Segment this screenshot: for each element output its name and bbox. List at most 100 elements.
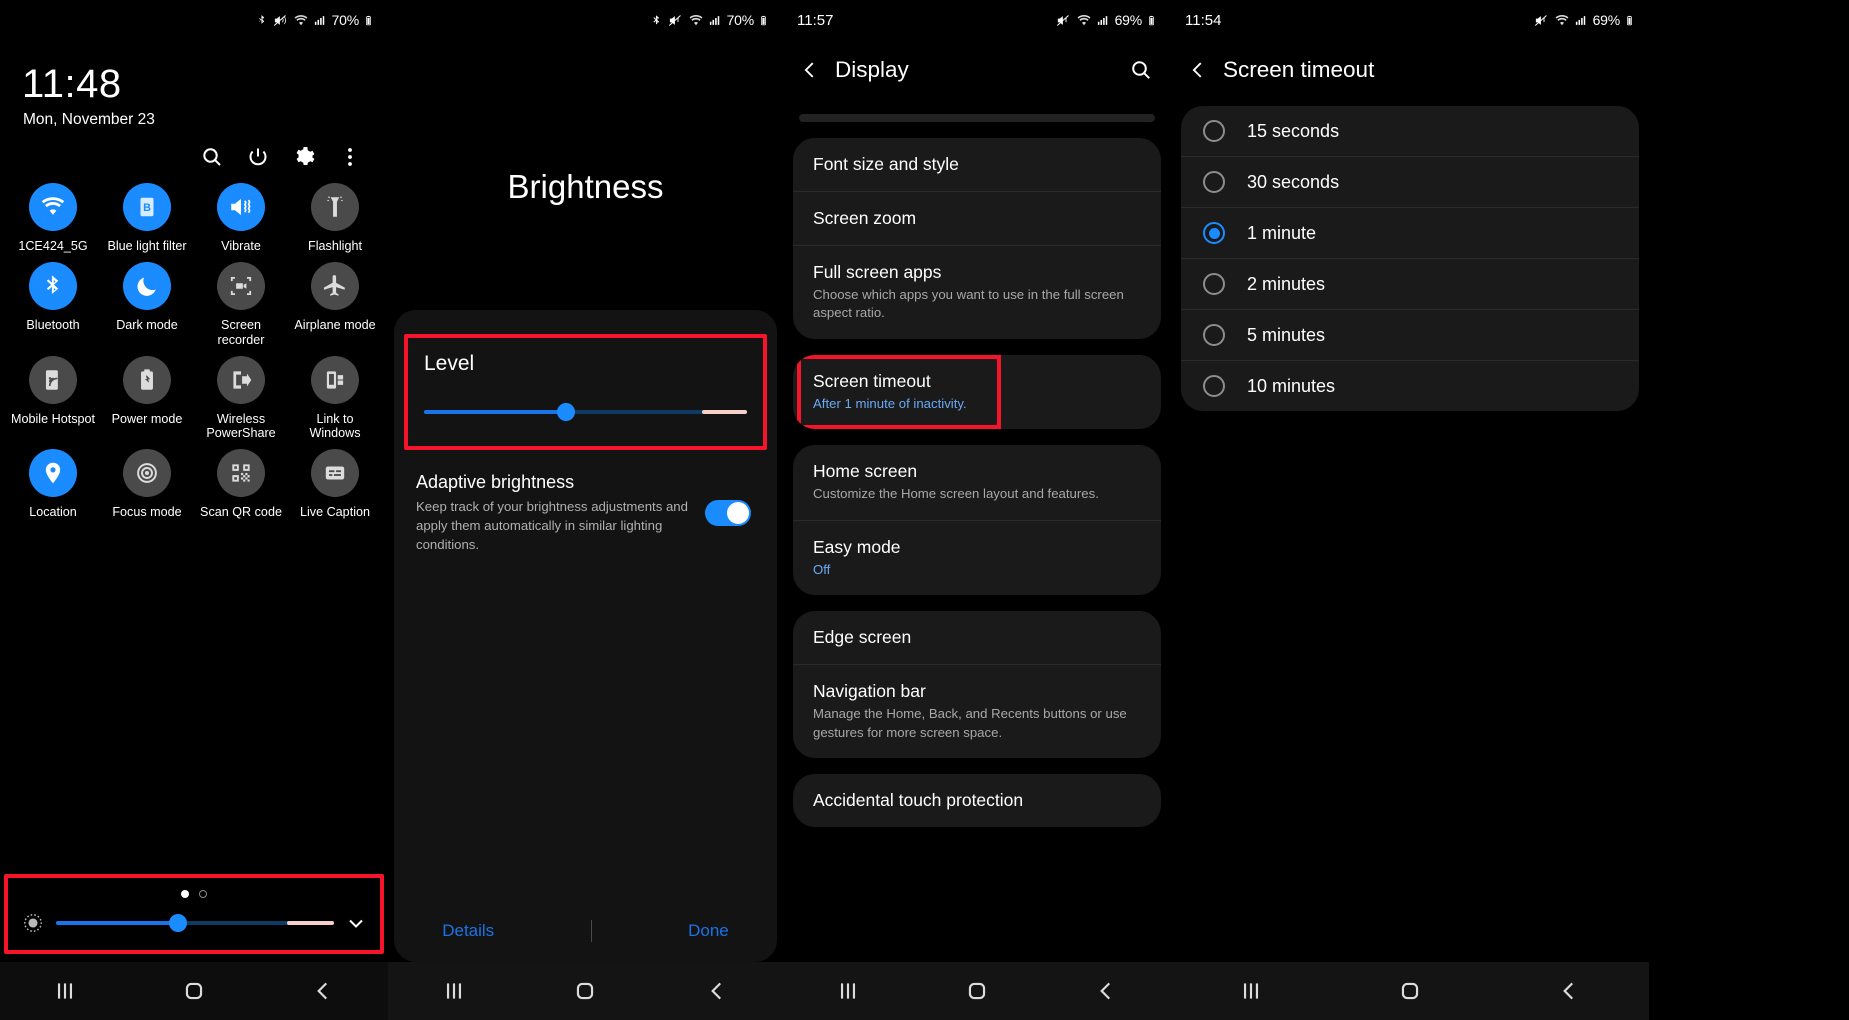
search-icon[interactable] <box>1129 58 1153 82</box>
option-label: 5 minutes <box>1247 324 1326 345</box>
tile-label: Screen recorder <box>217 317 265 347</box>
radio-button[interactable] <box>1203 171 1225 193</box>
tile-scan-qr-code[interactable]: Scan QR code <box>194 449 288 520</box>
battery-icon <box>366 15 371 25</box>
page-dot-active[interactable] <box>181 890 189 898</box>
status-icons: 69% <box>1533 12 1635 28</box>
radio-button[interactable] <box>1203 120 1225 142</box>
tile-live-caption[interactable]: Live Caption <box>288 449 382 520</box>
back-icon[interactable] <box>704 978 730 1004</box>
power-icon[interactable] <box>246 145 270 169</box>
location-pin-icon <box>45 463 61 484</box>
tile-airplane-mode[interactable]: Airplane mode <box>288 261 382 348</box>
airplane-icon <box>323 275 345 296</box>
details-button[interactable]: Details <box>442 921 494 941</box>
radio-button[interactable] <box>1203 375 1225 397</box>
radio-button[interactable] <box>1203 273 1225 295</box>
recents-icon[interactable] <box>835 978 861 1004</box>
tile-vibrate[interactable]: Vibrate <box>194 183 288 254</box>
highlight-box-brightness-bar <box>4 874 384 954</box>
option-10-minutes[interactable]: 10 minutes <box>1181 360 1639 411</box>
tile-location[interactable]: Location <box>6 449 100 520</box>
option-30-seconds[interactable]: 30 seconds <box>1181 156 1639 207</box>
adaptive-brightness-toggle[interactable] <box>705 500 751 526</box>
tile-icon-wrap <box>29 183 77 231</box>
tile-power-mode[interactable]: Power mode <box>100 355 194 442</box>
option-label: 1 minute <box>1247 222 1317 243</box>
home-icon[interactable] <box>964 978 990 1004</box>
row-home-screen[interactable]: Home screen Customize the Home screen la… <box>793 445 1161 519</box>
panel-screen-timeout: 11:54 69% Screen timeout 15 seconds 30 s… <box>1171 0 1649 1020</box>
level-slider[interactable] <box>424 402 747 422</box>
done-button[interactable]: Done <box>688 921 729 941</box>
navigation-bar <box>1171 962 1649 1020</box>
settings-card-edge-nav: Edge screen Navigation bar Manage the Ho… <box>793 611 1161 759</box>
option-1-minute[interactable]: 1 minute <box>1181 207 1639 258</box>
brightness-slider[interactable] <box>56 913 334 933</box>
home-icon[interactable] <box>181 978 207 1004</box>
tile-blue-light-filter[interactable]: B Blue light filter <box>100 183 194 254</box>
adaptive-brightness-row[interactable]: Adaptive brightness Keep track of your b… <box>394 450 777 554</box>
tile-link-to-windows[interactable]: Link to Windows <box>288 355 382 442</box>
row-full-screen-apps[interactable]: Full screen apps Choose which apps you w… <box>793 245 1161 339</box>
row-screen-timeout[interactable]: Screen timeout After 1 minute of inactiv… <box>793 355 1161 429</box>
row-edge-screen[interactable]: Edge screen <box>793 611 1161 664</box>
row-screen-zoom[interactable]: Screen zoom <box>793 191 1161 245</box>
option-label: 30 seconds <box>1247 171 1340 192</box>
page-indicator <box>8 886 380 902</box>
search-icon[interactable] <box>200 145 224 169</box>
slider-fill <box>56 921 179 925</box>
tile-dark-mode[interactable]: Dark mode <box>100 261 194 348</box>
row-font-size-and-style[interactable]: Font size and style <box>793 138 1161 191</box>
option-2-minutes[interactable]: 2 minutes <box>1181 258 1639 309</box>
back-icon[interactable] <box>310 978 336 1004</box>
tile-focus-mode[interactable]: Focus mode <box>100 449 194 520</box>
back-arrow-icon[interactable] <box>1187 59 1209 81</box>
tile-flashlight[interactable]: Flashlight <box>288 183 382 254</box>
lockscreen-date: Mon, November 23 <box>23 111 155 128</box>
option-15-seconds[interactable]: 15 seconds <box>1181 106 1639 156</box>
status-time: 11:54 <box>1185 11 1222 29</box>
radio-button[interactable] <box>1203 324 1225 346</box>
settings-gear-icon[interactable] <box>292 145 316 169</box>
brightness-slider-row[interactable] <box>8 902 380 936</box>
slider-thumb[interactable] <box>557 403 576 421</box>
tile-wireless-powershare[interactable]: Wireless PowerShare <box>194 355 288 442</box>
brightness-bar-container <box>0 874 388 966</box>
status-icons: 70% <box>650 12 769 28</box>
tile-mobile-hotspot[interactable]: Mobile Hotspot <box>6 355 100 442</box>
option-label: 2 minutes <box>1247 273 1326 294</box>
recents-icon[interactable] <box>1238 978 1264 1004</box>
settings-header: Screen timeout <box>1171 40 1649 92</box>
home-icon[interactable] <box>572 978 598 1004</box>
row-easy-mode[interactable]: Easy mode Off <box>793 519 1161 595</box>
home-icon[interactable] <box>1397 978 1423 1004</box>
back-arrow-icon[interactable] <box>799 59 821 81</box>
row-navigation-bar[interactable]: Navigation bar Manage the Home, Back, an… <box>793 664 1161 758</box>
tile-wifi[interactable]: 1CE424_5G <box>6 183 100 254</box>
tile-bluetooth[interactable]: Bluetooth <box>6 261 100 348</box>
blue-light-filter-icon: B <box>140 197 154 217</box>
option-5-minutes[interactable]: 5 minutes <box>1181 309 1639 360</box>
scroll-indicator <box>799 114 1155 122</box>
back-icon[interactable] <box>1093 978 1119 1004</box>
settings-card-home: Home screen Customize the Home screen la… <box>793 445 1161 596</box>
back-icon[interactable] <box>1556 978 1582 1004</box>
more-options-icon[interactable] <box>338 145 362 169</box>
recents-icon[interactable] <box>441 978 467 1004</box>
slider-tail <box>701 410 747 414</box>
radio-button-selected[interactable] <box>1203 222 1225 244</box>
row-accidental-touch-protection[interactable]: Accidental touch protection <box>793 774 1161 827</box>
tile-label: Scan QR code <box>200 505 282 520</box>
screen-timeout-options: 15 seconds 30 seconds 1 minute 2 minutes… <box>1181 106 1639 411</box>
page-dot[interactable] <box>199 890 207 898</box>
signal-icon <box>709 15 719 25</box>
recents-icon[interactable] <box>52 978 78 1004</box>
tile-icon-wrap <box>123 355 171 404</box>
battery-icon <box>761 15 766 25</box>
chevron-down-icon[interactable] <box>344 911 368 935</box>
slider-thumb[interactable] <box>169 914 188 932</box>
wifi-icon <box>294 14 308 25</box>
panel-display-settings: 11:57 69% Display Font size and style Sc… <box>783 0 1171 1020</box>
tile-screen-recorder[interactable]: Screen recorder <box>194 261 288 348</box>
